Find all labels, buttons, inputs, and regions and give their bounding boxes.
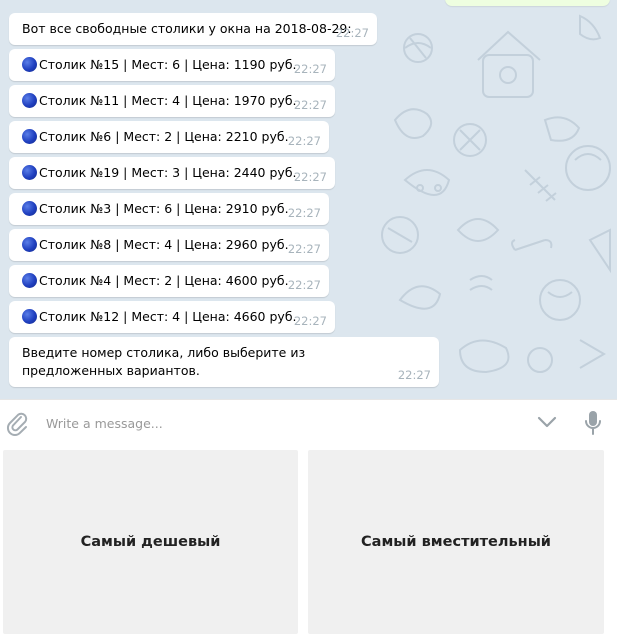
table-option-message: Столик №11 | Мест: 4 | Цена: 1970 руб. 2… [9, 85, 335, 117]
table-option-message: Столик №8 | Мест: 4 | Цена: 2960 руб. 22… [9, 229, 329, 261]
message-time: 22:27 [293, 170, 327, 184]
blue-circle-icon [22, 129, 37, 144]
message-text: Столик №11 | Мест: 4 | Цена: 1970 руб. [39, 93, 297, 108]
message-time: 22:27 [293, 314, 327, 328]
cheapest-button[interactable]: Самый дешевый [3, 450, 298, 634]
blue-circle-icon [22, 57, 37, 72]
message-time: 22:27 [335, 26, 369, 40]
chat-history[interactable]: Вот все свободные столики у окна на 2018… [0, 0, 617, 399]
cheapest-button-label: Самый дешевый [80, 534, 221, 550]
roomiest-button-label: Самый вместительный [361, 534, 551, 550]
message-time: 22:27 [287, 278, 321, 292]
blue-circle-icon [22, 237, 37, 252]
reply-keyboard: Самый дешевый Самый вместительный [0, 446, 617, 640]
message-text: Столик №12 | Мест: 4 | Цена: 4660 руб. [39, 309, 297, 324]
prompt-message: Введите номер столика, либо выберите из … [9, 337, 439, 387]
table-option-message: Столик №15 | Мест: 6 | Цена: 1190 руб. 2… [9, 49, 335, 81]
message-composer [0, 399, 617, 446]
message-text: Столик №8 | Мест: 4 | Цена: 2960 руб. [39, 237, 289, 252]
microphone-icon[interactable] [583, 409, 603, 437]
message-text: Столик №6 | Мест: 2 | Цена: 2210 руб. [39, 129, 289, 144]
message-text: Введите номер столика, либо выберите из … [22, 345, 306, 378]
table-option-message: Столик №4 | Мест: 2 | Цена: 4600 руб. 22… [9, 265, 329, 297]
message-text: Столик №19 | Мест: 3 | Цена: 2440 руб. [39, 165, 297, 180]
message-time: 22:27 [287, 242, 321, 256]
message-text: Столик №3 | Мест: 6 | Цена: 2910 руб. [39, 201, 289, 216]
table-option-message: Столик №3 | Мест: 6 | Цена: 2910 руб. 22… [9, 193, 329, 225]
table-option-message: Столик №19 | Мест: 3 | Цена: 2440 руб. 2… [9, 157, 335, 189]
roomiest-button[interactable]: Самый вместительный [308, 450, 604, 634]
blue-circle-icon [22, 273, 37, 288]
blue-circle-icon [22, 201, 37, 216]
intro-message: Вот все свободные столики у окна на 2018… [9, 13, 377, 45]
message-text: Столик №15 | Мест: 6 | Цена: 1190 руб. [39, 57, 297, 72]
message-time: 22:27 [287, 206, 321, 220]
chevron-down-icon[interactable] [536, 414, 558, 430]
blue-circle-icon [22, 309, 37, 324]
blue-circle-icon [22, 165, 37, 180]
message-time: 22:27 [293, 98, 327, 112]
message-text: Столик №4 | Мест: 2 | Цена: 4600 руб. [39, 273, 289, 288]
message-time: 22:27 [287, 134, 321, 148]
table-option-message: Столик №6 | Мест: 2 | Цена: 2210 руб. 22… [9, 121, 329, 153]
message-text: Вот все свободные столики у окна на 2018… [22, 21, 352, 36]
outgoing-message-bubble [445, 0, 610, 6]
blue-circle-icon [22, 93, 37, 108]
message-input[interactable] [44, 412, 508, 434]
paperclip-icon[interactable] [5, 410, 29, 436]
table-option-message: Столик №12 | Мест: 4 | Цена: 4660 руб. 2… [9, 301, 335, 333]
message-time: 22:27 [397, 368, 431, 382]
message-time: 22:27 [293, 62, 327, 76]
